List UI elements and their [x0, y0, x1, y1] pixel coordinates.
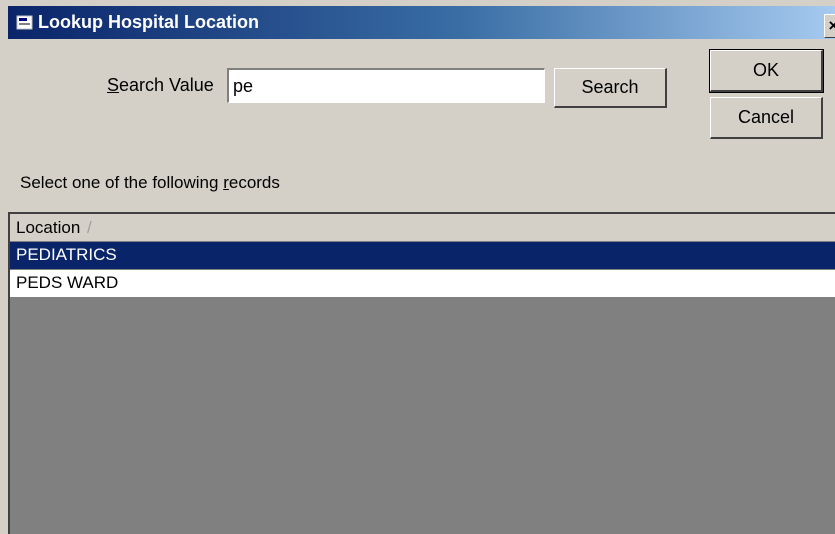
row-location: PEDIATRICS — [16, 245, 117, 264]
records-instruction: Select one of the following records — [20, 173, 280, 192]
ok-button[interactable]: OK — [709, 49, 824, 93]
row-location: PEDS WARD — [16, 273, 119, 292]
search-button[interactable]: Search — [554, 68, 667, 108]
close-icon: × — [828, 16, 835, 35]
title-bar[interactable]: Lookup Hospital Location × — [8, 6, 835, 39]
sort-indicator-icon: / — [87, 218, 92, 237]
grid-header: Location / — [10, 214, 835, 242]
window-icon — [16, 15, 33, 30]
cancel-button[interactable]: Cancel — [710, 97, 823, 139]
records-grid[interactable]: Location / PEDIATRICS PEDS WARD — [8, 212, 835, 534]
window-title: Lookup Hospital Location — [38, 12, 259, 32]
close-button[interactable]: × — [824, 14, 835, 38]
search-label: Search Value — [107, 75, 214, 95]
search-input[interactable] — [227, 68, 545, 103]
lookup-dialog: Lookup Hospital Location × Search Value … — [0, 0, 835, 534]
column-header-label: Location — [16, 218, 81, 237]
column-header-location[interactable]: Location / — [10, 214, 98, 242]
table-row[interactable]: PEDIATRICS — [10, 242, 835, 270]
table-row[interactable]: PEDS WARD — [10, 270, 835, 298]
